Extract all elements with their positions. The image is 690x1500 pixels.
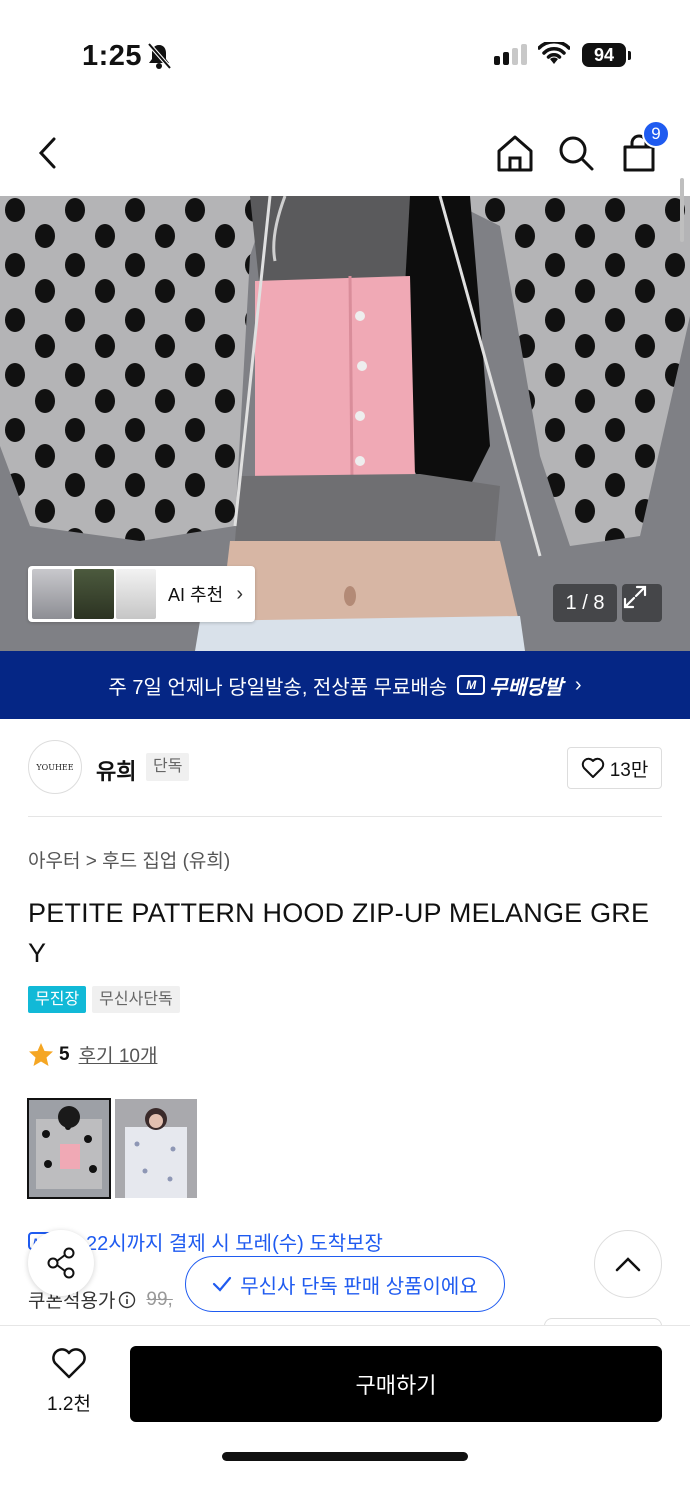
heart-icon: [581, 757, 604, 778]
brand-logo[interactable]: YOUHEE: [28, 740, 82, 794]
fullscreen-button[interactable]: [622, 584, 662, 622]
home-button[interactable]: [492, 130, 538, 176]
ai-thumb-1: [32, 569, 72, 619]
original-price: 99,: [146, 1288, 173, 1310]
ai-recommend-label: AI 추천: [168, 585, 224, 605]
heart-icon: [52, 1348, 86, 1379]
search-button[interactable]: [553, 130, 599, 176]
battery-indicator: 94: [582, 43, 626, 67]
color-option-grey[interactable]: [27, 1098, 111, 1199]
image-counter: 1 / 8: [553, 584, 617, 622]
share-button[interactable]: [28, 1230, 94, 1296]
bottom-action-bar: 1.2천 구매하기: [0, 1325, 690, 1500]
brand-row: YOUHEE 유희 단독 13만: [28, 740, 662, 796]
divider: [28, 816, 662, 817]
wifi-icon: [537, 40, 571, 71]
back-button[interactable]: [24, 130, 70, 176]
home-indicator[interactable]: [222, 1452, 468, 1461]
search-icon: [559, 136, 594, 171]
page-scrollbar[interactable]: [680, 178, 684, 242]
chevron-right-icon: ›: [574, 673, 582, 696]
delivery-text: 늘 22시까지 결제 시 모레(수) 도착보장: [62, 1233, 383, 1255]
thumb-white-image: [115, 1099, 197, 1198]
chevron-left-icon: [38, 137, 56, 169]
cart-button[interactable]: 9: [616, 120, 670, 176]
toast-text: 무신사 단독 판매 상품이에요: [240, 1275, 478, 1298]
expand-icon: [623, 585, 647, 609]
shipping-banner-text: 주 7일 언제나 당일발송, 전상품 무료배송: [108, 676, 448, 699]
review-count-link[interactable]: 후기 10개: [79, 1041, 158, 1068]
top-nav: 9: [0, 110, 690, 196]
status-time: 1:25: [82, 40, 143, 72]
thumb-grey-image: [28, 1099, 110, 1198]
shipping-banner[interactable]: 주 7일 언제나 당일발송, 전상품 무료배송 M 무배당발 ›: [0, 651, 690, 719]
status-bar: 1:25 94: [0, 0, 690, 110]
home-icon: [497, 135, 533, 172]
musinsa-delivery-icon: M: [457, 675, 486, 695]
ai-thumb-2: [74, 569, 114, 619]
tag-mujinjang: 무진장: [28, 986, 87, 1013]
chevron-right-icon: ›: [236, 582, 243, 605]
free-delivery-badge: M 무배당발: [457, 671, 563, 700]
info-icon[interactable]: [118, 1291, 136, 1309]
cart-count-badge: 9: [642, 120, 670, 148]
battery-nub: [628, 51, 631, 60]
rating-score: 5: [59, 1043, 70, 1065]
product-tags: 무진장 무신사단독: [28, 986, 180, 1013]
category-breadcrumb[interactable]: 아우터 > 후드 집업 (유희): [28, 846, 230, 873]
product-title: PETITE PATTERN HOOD ZIP-UP MELANGE GREY: [28, 898, 650, 968]
ai-thumb-3: [116, 569, 156, 619]
ai-recommend-button[interactable]: AI 추천 ›: [28, 566, 255, 622]
buy-button[interactable]: 구매하기: [130, 1346, 662, 1422]
scroll-top-button[interactable]: [594, 1230, 662, 1298]
bell-muted-icon: [146, 42, 172, 75]
check-icon: [213, 1276, 232, 1292]
exclusive-toast: 무신사 단독 판매 상품이에요: [185, 1256, 505, 1312]
color-option-white[interactable]: [115, 1099, 197, 1198]
signal-icon: [494, 44, 527, 65]
free-delivery-label: 무배당발: [489, 676, 563, 699]
rating-row[interactable]: 5 후기 10개: [28, 1041, 157, 1068]
product-image-carousel[interactable]: AI 추천 › 1 / 8: [0, 196, 690, 651]
chevron-up-icon: [615, 1257, 641, 1272]
wishlist-button[interactable]: 1.2천: [40, 1348, 98, 1416]
brand-like-count: 13만: [609, 759, 649, 781]
color-options: [27, 1098, 197, 1199]
tag-musinsa-exclusive: 무신사단독: [92, 986, 180, 1013]
brand-name[interactable]: 유희: [96, 754, 136, 786]
exclusive-tag: 단독: [146, 753, 190, 781]
star-icon: [29, 1043, 53, 1066]
wishlist-count: 1.2천: [47, 1394, 91, 1415]
brand-like-button[interactable]: 13만: [567, 747, 662, 789]
share-icon: [47, 1247, 75, 1279]
